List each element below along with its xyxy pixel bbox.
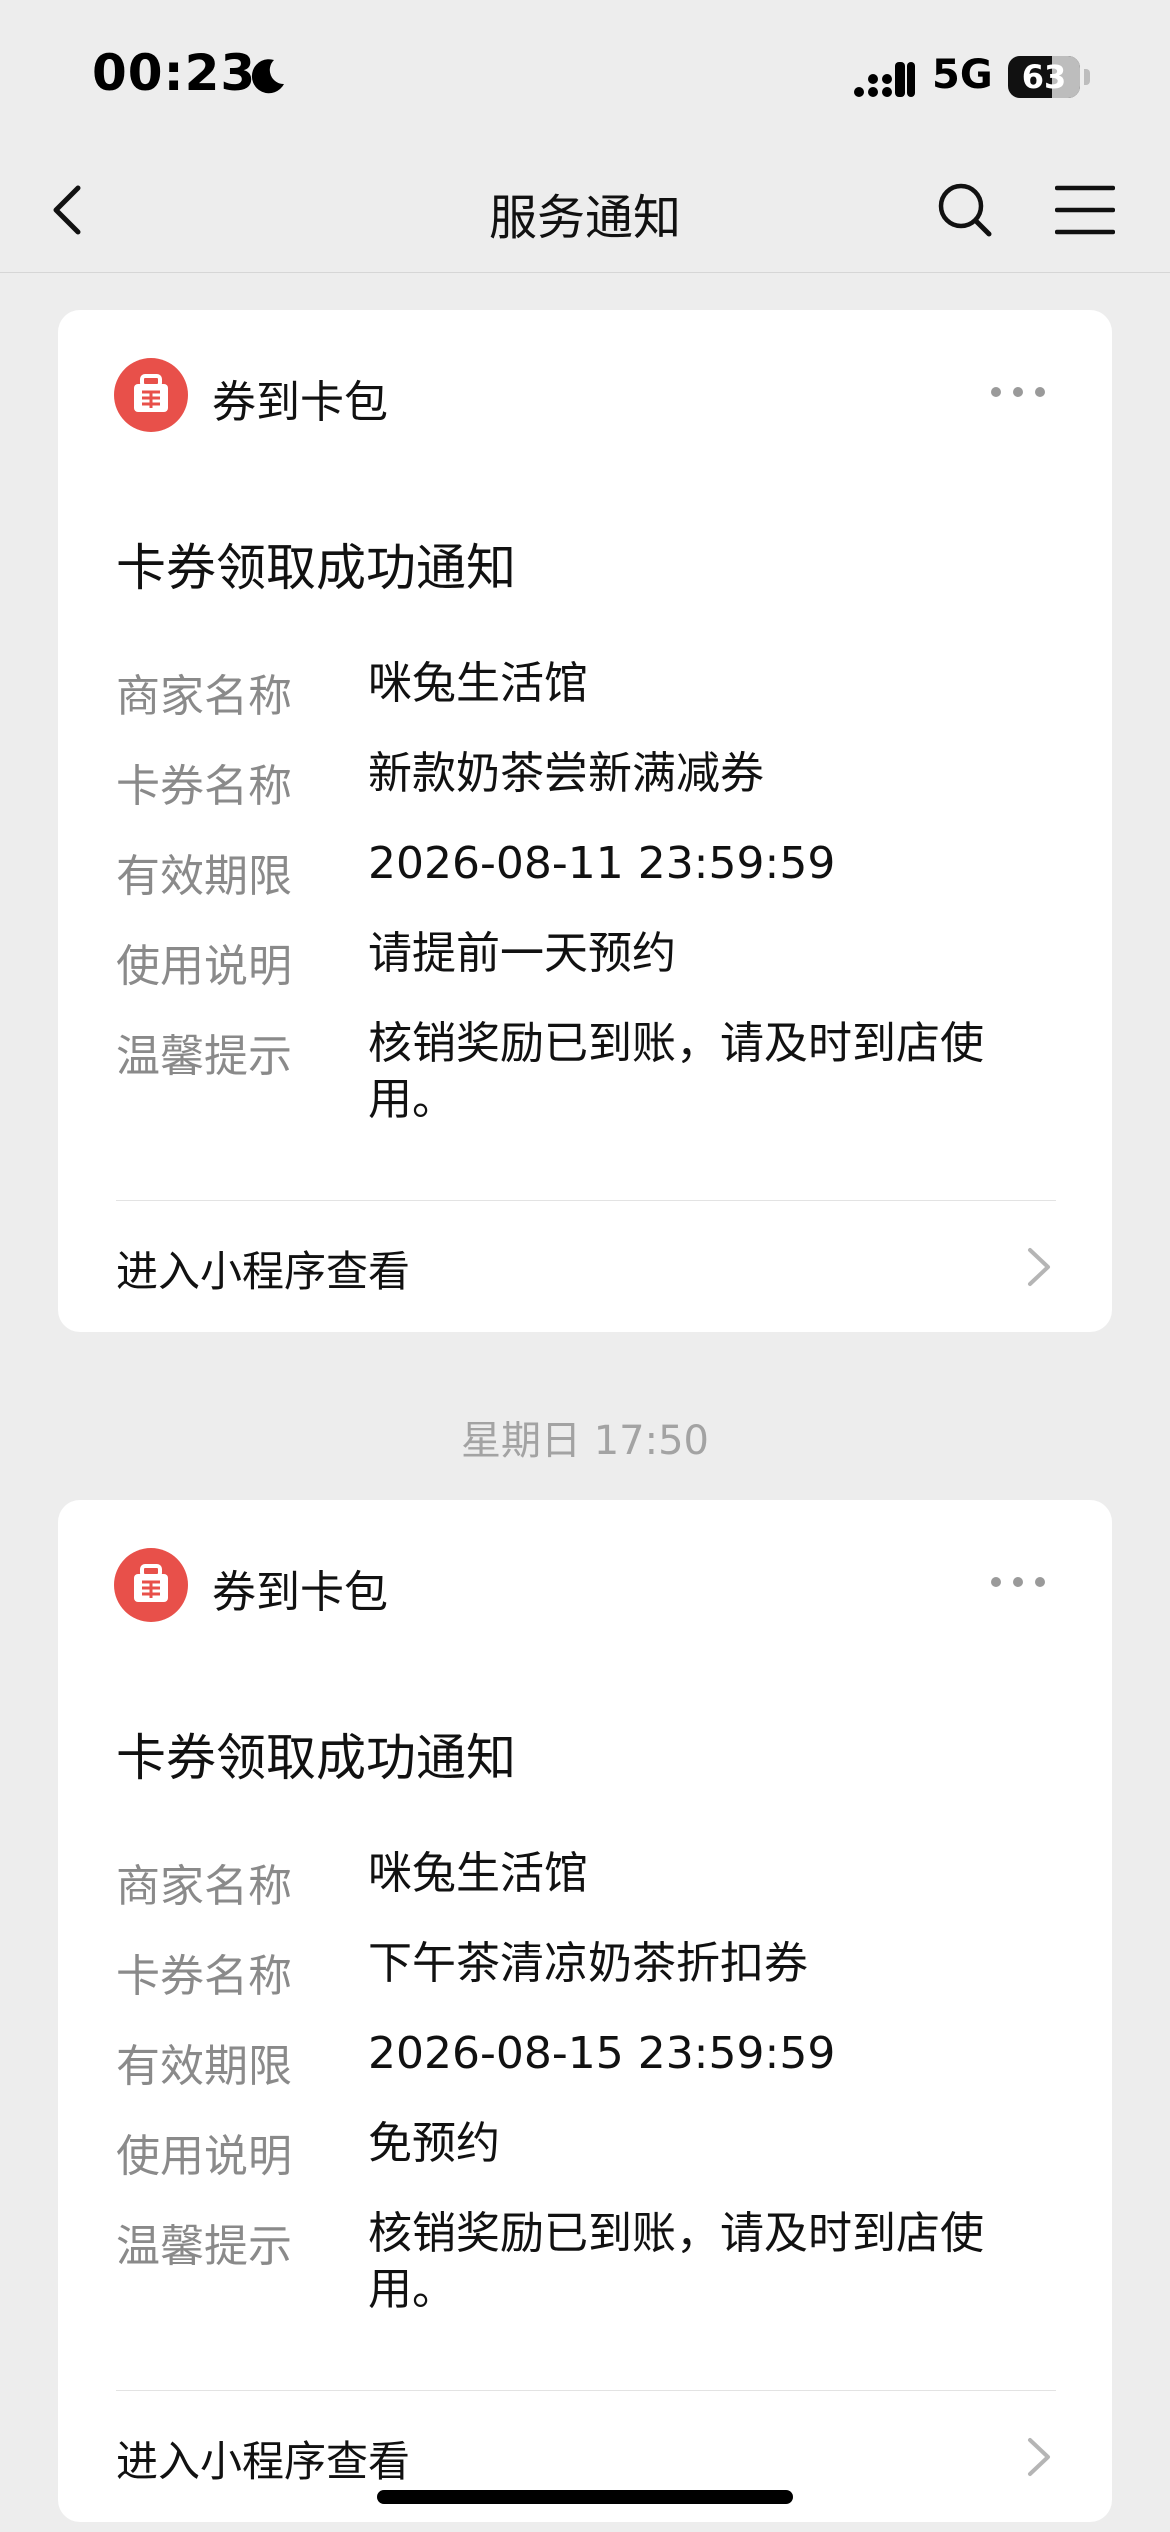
chevron-right-icon <box>1028 1248 1050 1286</box>
footer-label: 进入小程序查看 <box>116 2437 411 2486</box>
field-value: 新款奶茶尝新满减券 <box>368 748 764 799</box>
more-dots-icon[interactable] <box>988 1572 1048 1592</box>
field-value: 核销奖励已到账，请及时到店使用。 <box>368 1018 984 1125</box>
menu-icon[interactable] <box>1055 182 1115 238</box>
battery-indicator: 63 <box>1008 56 1080 98</box>
source-name: 券到卡包 <box>212 1567 388 1618</box>
field-value: 咪兔生活馆 <box>368 658 588 709</box>
divider <box>116 2390 1056 2391</box>
signal-icon <box>854 62 915 97</box>
open-mini-program-link[interactable]: 进入小程序查看 <box>58 1202 1112 1332</box>
home-indicator[interactable] <box>377 2490 793 2504</box>
chevron-right-icon <box>1028 2438 1050 2476</box>
message-timestamp: 星期日 17:50 <box>461 1418 709 1464</box>
status-time: 00:23 <box>92 44 257 102</box>
notification-card[interactable]: 券到卡包 卡券领取成功通知 商家名称 咪兔生活馆 卡券名称 下午茶清凉奶茶折扣券… <box>58 1500 1112 2522</box>
field-value: 请提前一天预约 <box>368 928 676 979</box>
field-label: 有效期限 <box>116 851 292 902</box>
divider <box>116 1200 1056 1201</box>
field-value: 核销奖励已到账，请及时到店使用。 <box>368 2208 984 2315</box>
nav-bar: 服务通知 <box>0 150 1170 273</box>
field-value: 咪兔生活馆 <box>368 1848 588 1899</box>
card-header: 券到卡包 <box>58 310 1112 476</box>
notification-card[interactable]: 券到卡包 卡券领取成功通知 商家名称 咪兔生活馆 卡券名称 新款奶茶尝新满减券 … <box>58 310 1112 1332</box>
field-label: 使用说明 <box>116 941 292 992</box>
field-label: 有效期限 <box>116 2041 292 2092</box>
battery-tip <box>1084 69 1090 85</box>
moon-icon <box>251 59 284 94</box>
field-value: 2026-08-15 23:59:59 <box>368 2028 836 2079</box>
card-header: 券到卡包 <box>58 1500 1112 1666</box>
field-value: 下午茶清凉奶茶折扣券 <box>368 1938 808 1989</box>
search-icon[interactable] <box>935 180 995 240</box>
field-label: 卡券名称 <box>116 761 292 812</box>
battery-level: 63 <box>1021 58 1067 96</box>
field-label: 商家名称 <box>116 671 292 722</box>
more-dots-icon[interactable] <box>988 382 1048 402</box>
field-label: 商家名称 <box>116 1861 292 1912</box>
gift-bag-icon <box>114 358 188 432</box>
field-value: 2026-08-11 23:59:59 <box>368 838 836 889</box>
card-title: 卡券领取成功通知 <box>116 1729 516 1787</box>
field-label: 温馨提示 <box>116 1031 292 1082</box>
source-name: 券到卡包 <box>212 377 388 428</box>
footer-label: 进入小程序查看 <box>116 1247 411 1296</box>
card-title: 卡券领取成功通知 <box>116 539 516 597</box>
gift-bag-icon <box>114 1548 188 1622</box>
field-label: 使用说明 <box>116 2131 292 2182</box>
network-label: 5G <box>932 52 993 98</box>
field-label: 卡券名称 <box>116 1951 292 2002</box>
field-value: 免预约 <box>368 2118 500 2169</box>
status-bar: 00:23 5G 63 <box>0 0 1170 150</box>
field-label: 温馨提示 <box>116 2221 292 2272</box>
